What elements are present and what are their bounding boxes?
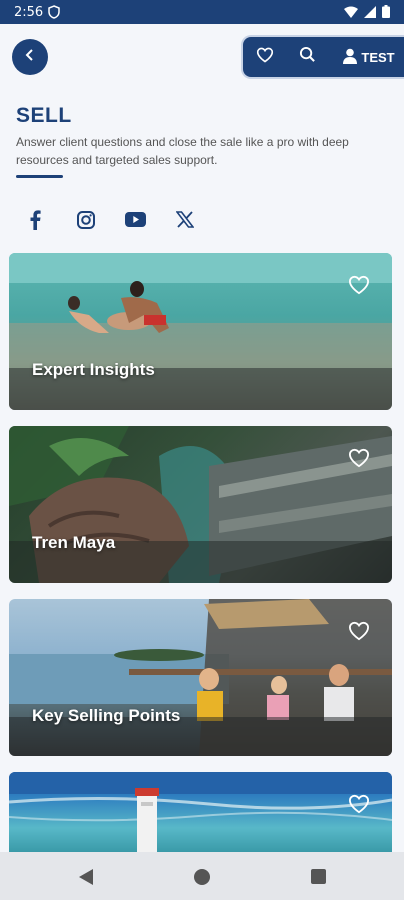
user-icon [343, 48, 358, 67]
app-header: TEST [0, 24, 404, 94]
page-title: SELL [16, 104, 72, 127]
youtube-link[interactable] [121, 208, 149, 236]
card-image [9, 253, 392, 410]
wifi-icon [344, 6, 358, 21]
heart-icon [256, 47, 274, 68]
user-button[interactable]: TEST [337, 37, 401, 77]
header-actions: TEST [243, 37, 404, 77]
favorites-button[interactable] [247, 37, 283, 77]
card-image [9, 772, 392, 852]
search-button[interactable] [289, 37, 325, 77]
shield-icon [48, 5, 60, 22]
user-label: TEST [361, 49, 395, 65]
battery-icon [382, 5, 390, 21]
system-nav-bar [0, 852, 404, 900]
card-lighthouse[interactable] [9, 772, 392, 852]
facebook-icon [29, 209, 41, 235]
card-label: Expert Insights [32, 360, 155, 379]
x-link[interactable] [171, 208, 199, 236]
instagram-link[interactable] [72, 208, 100, 236]
card-key-selling-points[interactable]: Key Selling Points [9, 599, 392, 756]
nav-recents-icon[interactable] [311, 869, 326, 889]
facebook-link[interactable] [21, 208, 49, 236]
youtube-icon [124, 212, 146, 232]
favorite-heart-icon[interactable] [348, 621, 370, 646]
card-tren-maya[interactable]: Tren Maya [9, 426, 392, 583]
favorite-heart-icon[interactable] [348, 275, 370, 300]
title-divider [16, 175, 63, 178]
card-image [9, 599, 392, 756]
back-button[interactable] [12, 39, 48, 75]
nav-home-icon[interactable] [193, 868, 211, 891]
favorite-heart-icon[interactable] [348, 448, 370, 473]
signal-icon [364, 5, 376, 21]
x-icon [175, 211, 195, 233]
page-subtitle: Answer client questions and close the sa… [16, 135, 349, 167]
card-label: Key Selling Points [32, 706, 181, 725]
chevron-left-icon [23, 48, 37, 67]
status-bar: 2:56 [0, 0, 404, 24]
nav-back-icon[interactable] [78, 868, 94, 891]
card-label: Tren Maya [32, 533, 116, 552]
favorite-heart-icon[interactable] [348, 794, 370, 819]
status-time: 2:56 [14, 5, 44, 20]
instagram-icon [77, 210, 95, 234]
search-icon [299, 46, 316, 68]
card-image [9, 426, 392, 583]
card-expert-insights[interactable]: Expert Insights [9, 253, 392, 410]
